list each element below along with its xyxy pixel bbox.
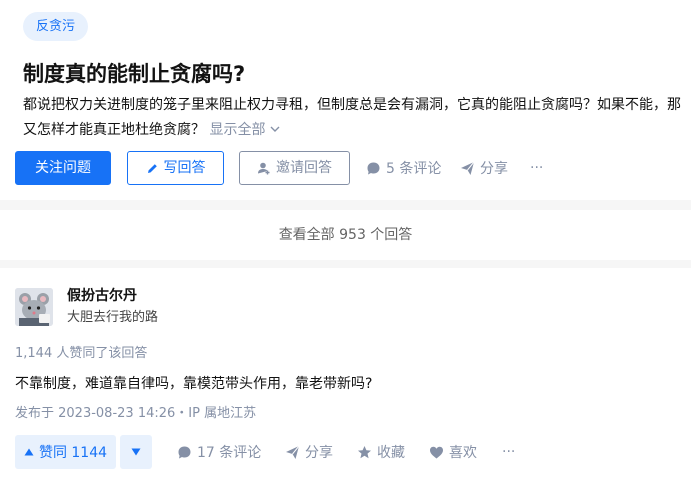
heart-icon [429,445,444,460]
question-more-button[interactable]: ··· [530,151,543,185]
question-card: 反贪污 制度真的能制止贪腐吗? 都说把权力关进制度的笼子里来阻止权力寻租，但制度… [0,0,691,200]
question-actions: 关注问题 写回答 邀请回答 5 条评论 分享 ··· [15,151,685,185]
star-icon [357,445,372,460]
question-detail: 都说把权力关进制度的笼子里来阻止权力寻租，但制度总是会有漏洞，它真的能阻止贪腐吗… [23,93,687,143]
invite-user-icon [257,161,271,175]
answer-share-button[interactable]: 分享 [285,435,333,469]
like-button[interactable]: 喜欢 [429,435,477,469]
avatar[interactable] [15,288,53,326]
comment-bubble-icon [366,161,381,176]
question-share-button[interactable]: 分享 [460,151,508,185]
write-answer-label: 写回答 [163,160,206,176]
vote-summary: 1,144 人赞同了该回答 [15,346,148,361]
author-bio: 大胆去行我的路 [67,310,159,325]
upvote-label: 赞同 1144 [38,445,108,461]
show-all-label: 显示全部 [209,122,266,138]
question-comments-label: 5 条评论 [386,161,442,177]
question-share-label: 分享 [480,161,508,177]
more-dots-icon: ··· [502,444,516,460]
answer-actions: 赞同 1144 17 条评论 分享 收藏 喜欢 ··· [15,435,685,469]
invite-answer-label: 邀请回答 [276,160,332,176]
upvote-button[interactable]: 赞同 1144 [15,435,116,469]
pencil-icon [146,162,159,175]
author-name[interactable]: 假扮古尔丹 [67,286,137,306]
view-all-answers-label: 查看全部 953 个回答 [278,227,413,243]
paper-plane-icon [285,445,300,460]
favorite-label: 收藏 [377,445,405,461]
comment-bubble-icon [177,445,192,460]
answer-comments-label: 17 条评论 [197,445,262,461]
follow-question-button[interactable]: 关注问题 [15,151,111,185]
show-all-link[interactable]: 显示全部 [209,122,281,138]
question-title[interactable]: 制度真的能制止贪腐吗? [23,58,245,90]
view-all-answers-link[interactable]: 查看全部 953 个回答 [0,210,691,260]
invite-answer-button[interactable]: 邀请回答 [239,151,350,185]
question-comments-button[interactable]: 5 条评论 [366,151,441,185]
answer-share-label: 分享 [305,445,333,461]
answer-card: 假扮古尔丹 大胆去行我的路 1,144 人赞同了该回答 不靠制度，难道靠自律吗，… [0,268,691,480]
paper-plane-icon [460,161,475,176]
triangle-down-icon [131,447,141,457]
follow-question-label: 关注问题 [35,160,91,176]
like-label: 喜欢 [449,445,477,461]
favorite-button[interactable]: 收藏 [357,435,405,469]
answer-more-button[interactable]: ··· [502,435,515,469]
question-detail-text: 都说把权力关进制度的笼子里来阻止权力寻租，但制度总是会有漏洞，它真的能阻止贪腐吗… [23,97,681,138]
triangle-up-icon [24,447,34,457]
downvote-button[interactable] [120,435,152,469]
chevron-down-icon [269,123,281,135]
answer-content: 不靠制度，难道靠自律吗，靠模范带头作用，靠老带新吗? [15,376,373,392]
topic-tag[interactable]: 反贪污 [23,12,89,41]
publish-info[interactable]: 发布于 2023-08-23 14:26・IP 属地江苏 [15,404,256,424]
more-dots-icon: ··· [530,160,544,176]
write-answer-button[interactable]: 写回答 [127,151,224,185]
answer-comments-button[interactable]: 17 条评论 [177,435,261,469]
